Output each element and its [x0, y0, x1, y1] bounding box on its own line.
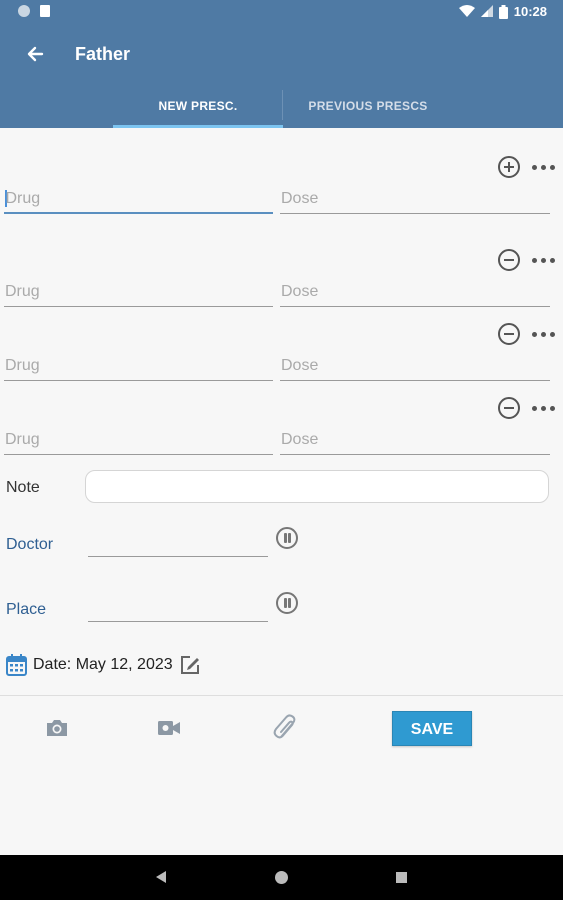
divider	[0, 695, 563, 696]
tab-bar: NEW PRESC. PREVIOUS PRESCS	[113, 88, 453, 128]
note-input[interactable]	[85, 470, 549, 503]
drug-input-2[interactable]: Drug	[4, 279, 273, 307]
dose-input-4[interactable]: Dose	[280, 427, 550, 455]
nav-home-icon[interactable]	[275, 871, 288, 884]
nav-back-icon[interactable]	[156, 871, 166, 883]
paperclip-icon[interactable]	[272, 713, 300, 743]
status-time: 10:28	[513, 4, 547, 19]
drug-input-4[interactable]: Drug	[4, 427, 273, 455]
doctor-info-icon[interactable]	[276, 527, 298, 549]
place-info-icon[interactable]	[276, 592, 298, 614]
nav-recents-icon[interactable]	[396, 872, 407, 883]
row-1-actions	[498, 156, 555, 178]
add-row-button[interactable]	[498, 156, 520, 178]
battery-icon	[498, 4, 508, 19]
remove-row-button[interactable]	[498, 249, 520, 271]
edit-icon[interactable]	[179, 654, 201, 676]
notification-dot-icon	[18, 5, 30, 17]
dose-input-3[interactable]: Dose	[280, 353, 550, 381]
back-arrow-icon[interactable]	[22, 40, 50, 68]
date-text: Date: May 12, 2023	[33, 656, 173, 673]
tab-previous-prescs[interactable]: PREVIOUS PRESCS	[283, 88, 453, 128]
calendar-icon	[6, 654, 27, 676]
dose-input-1[interactable]: Dose	[280, 186, 550, 214]
signal-icon	[480, 5, 493, 17]
tab-new-presc[interactable]: NEW PRESC.	[113, 88, 283, 128]
date-row[interactable]: Date: May 12, 2023	[6, 654, 201, 676]
more-options-icon[interactable]	[532, 328, 555, 341]
wifi-icon	[458, 5, 475, 17]
sd-card-icon	[40, 5, 50, 17]
page-title: Father	[75, 44, 131, 64]
row-3-actions	[498, 323, 555, 345]
video-camera-icon[interactable]	[157, 719, 181, 737]
doctor-input[interactable]	[88, 531, 268, 557]
dose-input-2[interactable]: Dose	[280, 279, 550, 307]
more-options-icon[interactable]	[532, 254, 555, 267]
drug-input-1[interactable]: Drug	[4, 186, 273, 214]
app-bar: Father NEW PRESC. PREVIOUS PRESCS	[0, 24, 563, 128]
more-options-icon[interactable]	[532, 161, 555, 174]
doctor-label: Doctor	[6, 536, 54, 553]
camera-icon[interactable]	[45, 718, 69, 738]
row-2-actions	[498, 249, 555, 271]
save-button[interactable]: SAVE	[392, 711, 472, 746]
system-nav-bar	[0, 855, 563, 900]
row-4-actions	[498, 397, 555, 419]
remove-row-button[interactable]	[498, 397, 520, 419]
drug-input-3[interactable]: Drug	[4, 353, 273, 381]
status-bar: 10:28	[0, 0, 563, 24]
tab-divider	[282, 90, 283, 120]
more-options-icon[interactable]	[532, 402, 555, 415]
place-label: Place	[6, 601, 47, 618]
remove-row-button[interactable]	[498, 323, 520, 345]
note-label: Note	[6, 479, 40, 496]
place-input[interactable]	[88, 596, 268, 622]
